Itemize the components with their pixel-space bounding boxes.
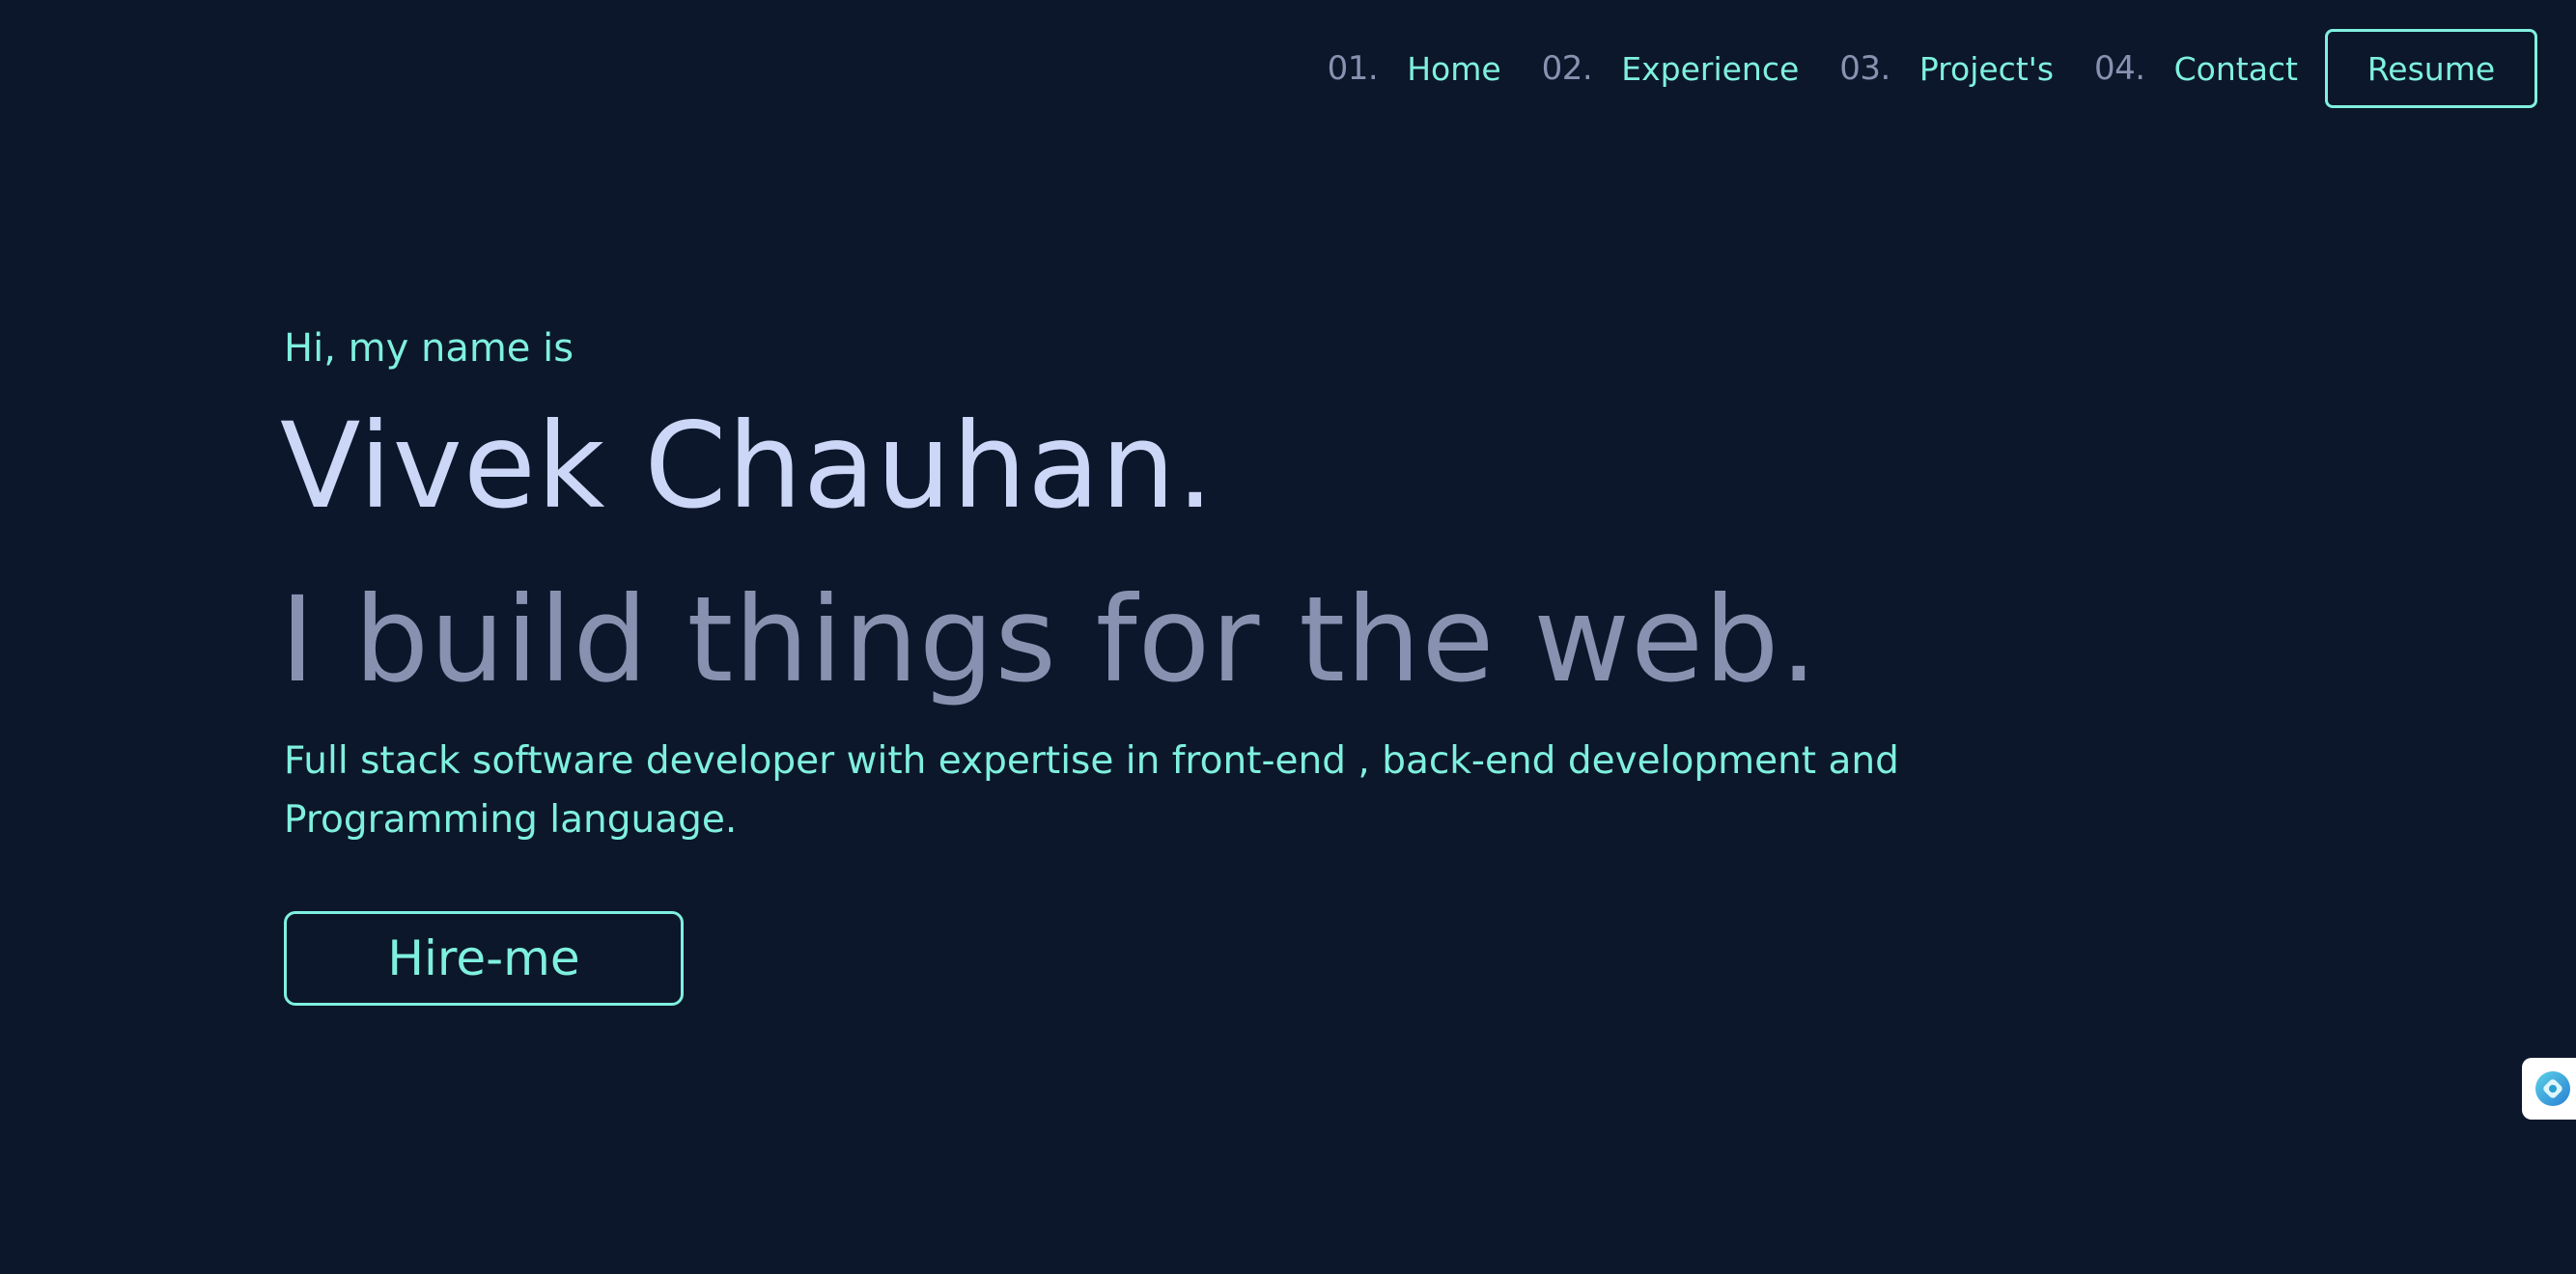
resume-button[interactable]: Resume (2325, 29, 2537, 108)
hero-name: Vivek Chauhan. (280, 398, 1216, 535)
hero-description: Full stack software developer with exper… (284, 739, 1899, 842)
hire-me-button[interactable]: Hire-me (284, 911, 684, 1006)
nav-item-experience[interactable]: 02. Experience (1542, 49, 1800, 88)
hero-tagline: I build things for the web. (280, 571, 1819, 708)
nav-item-home[interactable]: 01. Home (1328, 49, 1501, 88)
nav-item-label: Home (1407, 49, 1501, 88)
nav-item-number: 01. (1327, 49, 1379, 88)
top-navigation: 01. Home 02. Experience 03. Project's 04… (1328, 29, 2537, 108)
nav-item-contact[interactable]: 04. Contact (2094, 49, 2298, 88)
nav-item-label: Project's (1918, 49, 2055, 88)
floating-assistant-button[interactable] (2522, 1058, 2576, 1120)
nav-item-number: 02. (1541, 49, 1593, 88)
nav-item-label: Contact (2173, 49, 2298, 88)
nav-item-projects[interactable]: 03. Project's (1839, 49, 2054, 88)
hero-greeting: Hi, my name is (284, 326, 574, 371)
nav-item-number: 04. (2094, 49, 2145, 88)
nav-item-label: Experience (1621, 49, 1800, 88)
assistant-icon (2535, 1071, 2570, 1106)
nav-item-number: 03. (1839, 49, 1890, 88)
